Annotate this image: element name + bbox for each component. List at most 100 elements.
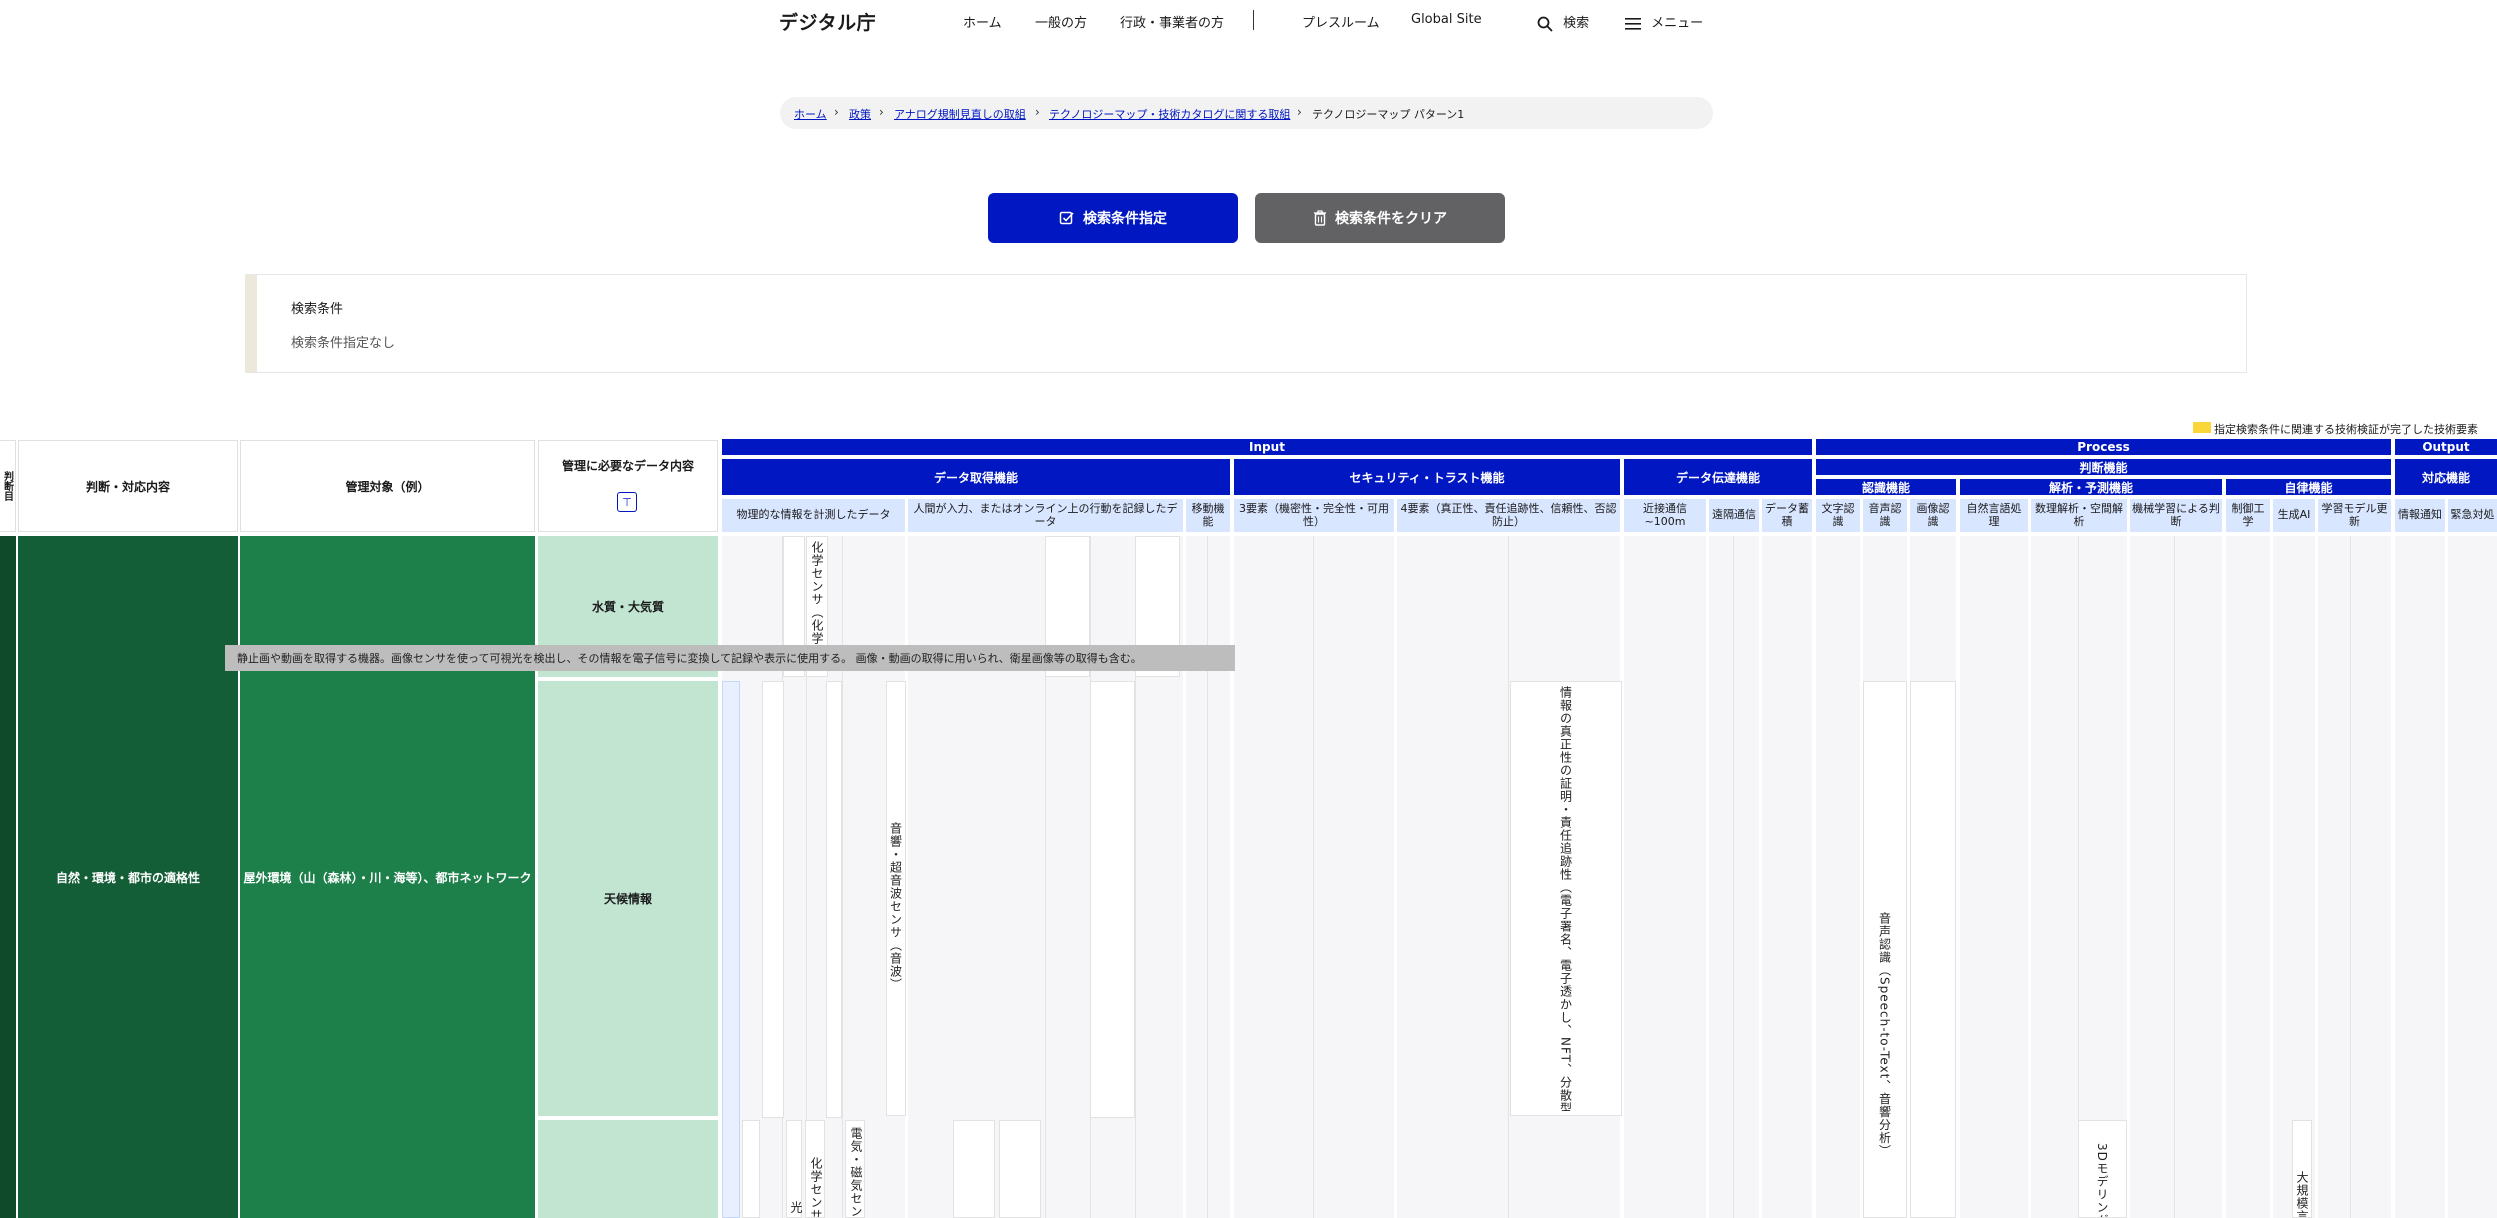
column-line	[2350, 536, 2351, 1218]
sub-physical: 物理的な情報を計測したデータ	[722, 499, 905, 532]
target-cell: 屋外環境（山（森林）・川・海等）、都市ネットワーク	[240, 536, 535, 1218]
column-line	[2174, 536, 2175, 1218]
sub-image: 画像認識	[1910, 499, 1956, 532]
tech-cell[interactable]	[953, 1120, 995, 1218]
tech-cell[interactable]	[742, 1120, 760, 1218]
data-cell-weather[interactable]: 天候情報	[538, 681, 718, 1116]
menu-button[interactable]: メニュー	[1625, 12, 1703, 31]
tech-label: 音響・超音波センサ（音波）	[888, 822, 903, 991]
chevron-right-icon: ›	[879, 105, 884, 119]
group-transmission: データ伝達機能	[1624, 459, 1812, 495]
tech-label: 音声認識（Speech-to-Text、音響分析）	[1877, 912, 1892, 1158]
clear-conditions-button[interactable]: 検索条件をクリア	[1255, 193, 1505, 243]
filter-icon[interactable]: ⊤	[617, 492, 637, 512]
column-divider	[1183, 536, 1186, 1218]
group-autonomy: 自律機能	[2226, 479, 2391, 495]
edit-checkbox-icon	[1059, 211, 1074, 225]
sub-emergency: 緊急対処	[2448, 499, 2497, 532]
breadcrumb-home[interactable]: ホーム	[794, 108, 827, 121]
breadcrumb-analog-review[interactable]: アナログ規制見直しの取組	[894, 108, 1026, 121]
column-divider	[2391, 536, 2395, 1218]
nav-home[interactable]: ホーム	[963, 12, 1002, 31]
tech-cell-large-language-model[interactable]: 大規模言	[2292, 1120, 2312, 1218]
menu-label: メニュー	[1651, 16, 1704, 31]
tech-label: 情報の真正性の証明・責任追跡性（電子署名、電子透かし、NFT、分散型台帳）	[1558, 686, 1573, 1111]
specify-conditions-label: 検索条件指定	[1083, 211, 1167, 227]
tech-cell-camera-highlight[interactable]	[722, 681, 740, 1218]
tech-cell-speech-recognition[interactable]: 音声認識（Speech-to-Text、音響分析）	[1863, 681, 1907, 1218]
breadcrumb-policy[interactable]: 政策	[849, 108, 871, 121]
tech-cell[interactable]	[762, 681, 784, 1118]
search-conditions-panel	[245, 274, 2247, 373]
nav-general[interactable]: 一般の方	[1035, 12, 1087, 31]
trash-icon	[1314, 210, 1326, 226]
tech-cell[interactable]	[1910, 681, 1956, 1218]
sub-mobile: 移動機能	[1186, 499, 1230, 532]
sub-four-elements: 4要素（真正性、責任追跡性、信頼性、否認防止）	[1397, 499, 1620, 532]
sub-model-update: 学習モデル更新	[2318, 499, 2391, 532]
sub-human: 人間が入力、またはオンライン上の行動を記録したデータ	[908, 499, 1183, 532]
tech-cell[interactable]	[1090, 681, 1135, 1118]
column-header-cut: 判断目	[0, 440, 16, 532]
sub-nlp: 自然言語処理	[1960, 499, 2028, 532]
column-line	[1508, 536, 1509, 1218]
column-divider	[2028, 536, 2031, 1218]
sub-voice: 音声認識	[1863, 499, 1907, 532]
column-header-data: 管理に必要なデータ内容	[538, 440, 718, 532]
hamburger-icon	[1625, 17, 1641, 30]
group-input: Input	[722, 439, 1812, 455]
column-divider	[2270, 536, 2273, 1218]
tech-label: 3Dモデリング	[2095, 1143, 2109, 1217]
tech-label: 光	[789, 1201, 803, 1214]
nav-business[interactable]: 行政・事業者の方	[1120, 12, 1224, 31]
tech-cell-light-sensor[interactable]: 光	[786, 1120, 803, 1218]
specify-conditions-button[interactable]: 検索条件指定	[988, 193, 1238, 243]
sub-near-field: 近接通信 ~100m	[1624, 499, 1706, 532]
cut-column-cell	[0, 536, 16, 1218]
group-response: 対応機能	[2395, 459, 2497, 495]
nav-pressroom[interactable]: プレスルーム	[1302, 12, 1380, 31]
column-divider	[2222, 536, 2226, 1218]
column-header-target: 管理対象（例）	[240, 440, 535, 532]
chevron-right-icon: ›	[834, 105, 839, 119]
search-conditions-title: 検索条件	[291, 302, 344, 317]
group-process: Process	[1816, 439, 2391, 455]
tech-cell[interactable]	[999, 1120, 1041, 1218]
tech-cell-acoustic-sensor[interactable]: 音響・超音波センサ（音波）	[886, 681, 906, 1116]
column-divider	[2315, 536, 2318, 1218]
column-line	[1733, 536, 1734, 1218]
tech-cell-magnetic-sensor[interactable]: 電気・磁気センサ	[845, 1120, 865, 1218]
tech-cell[interactable]	[826, 681, 842, 1118]
site-logo[interactable]: デジタル庁	[779, 8, 876, 35]
data-cell-next[interactable]	[538, 1120, 718, 1218]
judgment-cell: 自然・環境・都市の適格性	[18, 536, 238, 1218]
tech-cell-3d-modeling[interactable]: 3Dモデリング	[2078, 1120, 2127, 1218]
sub-storage: データ蓄積	[1762, 499, 1812, 532]
tooltip: 静止画や動画を取得する機器。画像センサを使って可視光を検出し、その情報を電子信号…	[225, 645, 1235, 671]
nav-global-site[interactable]: Global Site	[1411, 12, 1482, 27]
chevron-right-icon: ›	[1035, 105, 1040, 119]
column-divider	[1706, 536, 1709, 1218]
sub-ml: 機械学習による判断	[2130, 499, 2222, 532]
tech-label: 化学センサ	[809, 1157, 823, 1217]
column-divider	[1759, 536, 1762, 1218]
legend-swatch	[2193, 422, 2211, 433]
breadcrumb-tech-map[interactable]: テクノロジーマップ・技術カタログに関する取組	[1049, 108, 1290, 121]
tech-label: 電気・磁気センサ	[849, 1127, 863, 1217]
column-divider	[1394, 536, 1397, 1218]
group-judgment: 判断機能	[1816, 459, 2391, 475]
tech-label: 大規模言	[2295, 1171, 2309, 1217]
column-header-judgment: 判断・対応内容	[18, 440, 238, 532]
sub-notify: 情報通知	[2395, 499, 2445, 532]
column-divider	[2445, 536, 2448, 1218]
group-output: Output	[2395, 439, 2497, 455]
sub-three-elements: 3要素（機密性・完全性・可用性）	[1234, 499, 1394, 532]
group-data-acquisition: データ取得機能	[722, 459, 1230, 495]
group-analysis: 解析・予測機能	[1960, 479, 2222, 495]
legend-label: 指定検索条件に関連する技術検証が完了した技術要素	[2214, 423, 2478, 436]
search-button[interactable]: 検索	[1537, 12, 1589, 32]
tech-cell-signature[interactable]: 情報の真正性の証明・責任追跡性（電子署名、電子透かし、NFT、分散型台帳）	[1510, 681, 1622, 1116]
tech-cell-chemical-sensor-2[interactable]: 化学センサ	[805, 1120, 825, 1218]
sub-remote: 遠隔通信	[1709, 499, 1759, 532]
column-divider	[1230, 536, 1234, 1218]
